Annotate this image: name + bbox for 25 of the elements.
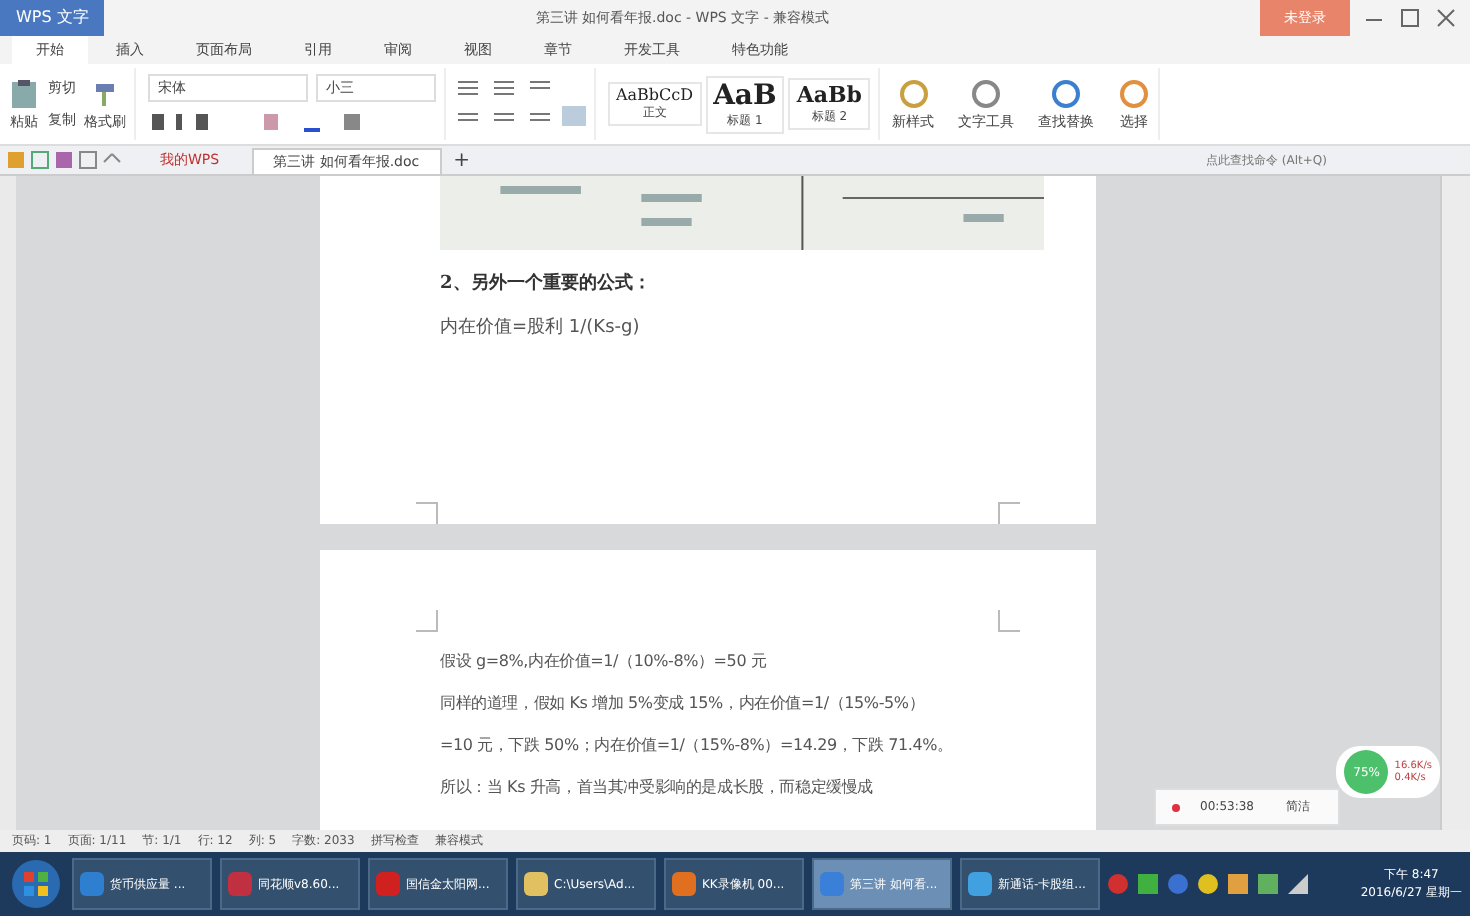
clipboard-icon (8, 77, 40, 109)
margin-mark (416, 502, 438, 524)
record-icon (1172, 803, 1181, 811)
margin-mark (998, 502, 1020, 524)
ring-icon (897, 77, 929, 109)
margin-mark (998, 610, 1020, 632)
margin-mark (416, 610, 438, 632)
section-heading: 2、另外一个重要的公式： (440, 270, 653, 296)
formula-text: 内在价值=股利 1/(Ks-g) (440, 316, 642, 342)
body-text-line: =10 元，下跌 50%；内在价值=1/（15%-8%）=14.29，下跌 71.4%。 (440, 734, 955, 758)
ring-icon (970, 77, 1002, 109)
body-text-line: 假设 g=8%,内在价值=1/（10%-8%）=50 元 (440, 650, 769, 674)
new-tab-button[interactable]: + (453, 149, 471, 171)
ring-icon (1118, 77, 1150, 109)
shield-icon[interactable] (1168, 874, 1188, 894)
close-icon[interactable] (1434, 8, 1458, 28)
ring-icon (1050, 77, 1082, 109)
body-text-line: 所以：当 Ks 升高，首当其冲受影响的是成长股，而稳定缓慢成 (440, 776, 876, 800)
start-button[interactable] (8, 856, 64, 912)
app-menu-button[interactable]: WPS 文字 (0, 0, 105, 36)
paragraph-toolbar-drawing (458, 80, 586, 128)
maximize-icon[interactable] (1398, 8, 1422, 28)
vertical-scrollbar[interactable] (1440, 176, 1470, 830)
signal-icon[interactable] (1288, 874, 1308, 894)
body-text-line: 同样的道理，假如 Ks 增加 5%变成 15%，内在价值=1/（15%-5%） (440, 692, 927, 716)
